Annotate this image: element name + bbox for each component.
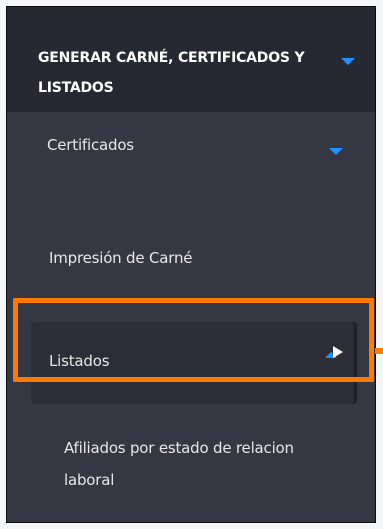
- submenu-item-certificados[interactable]: Certificados: [7, 112, 375, 197]
- submenu-item-impresion-de-carne[interactable]: Impresión de Carné: [7, 212, 375, 302]
- subitem-afiliados-por-estado[interactable]: Afiliados por estado de relacion laboral: [64, 432, 334, 496]
- submenu-item-listados[interactable]: Listados: [31, 322, 357, 404]
- menu-section-header[interactable]: GENERAR CARNÉ, CERTIFICADOS Y LISTADOS: [7, 7, 375, 112]
- submenu-item-label: Certificados: [47, 136, 134, 154]
- caret-down-icon[interactable]: [329, 148, 343, 155]
- submenu-item-label: Listados: [49, 352, 110, 370]
- arrow-right-icon: [333, 346, 343, 358]
- submenu-item-label: Impresión de Carné: [49, 249, 193, 267]
- caret-down-icon[interactable]: [341, 58, 355, 65]
- menu-section-title: GENERAR CARNÉ, CERTIFICADOS Y LISTADOS: [38, 50, 305, 96]
- screenshot-stage: GENERAR CARNÉ, CERTIFICADOS Y LISTADOS C…: [0, 0, 383, 529]
- highlight-tail: [375, 348, 383, 354]
